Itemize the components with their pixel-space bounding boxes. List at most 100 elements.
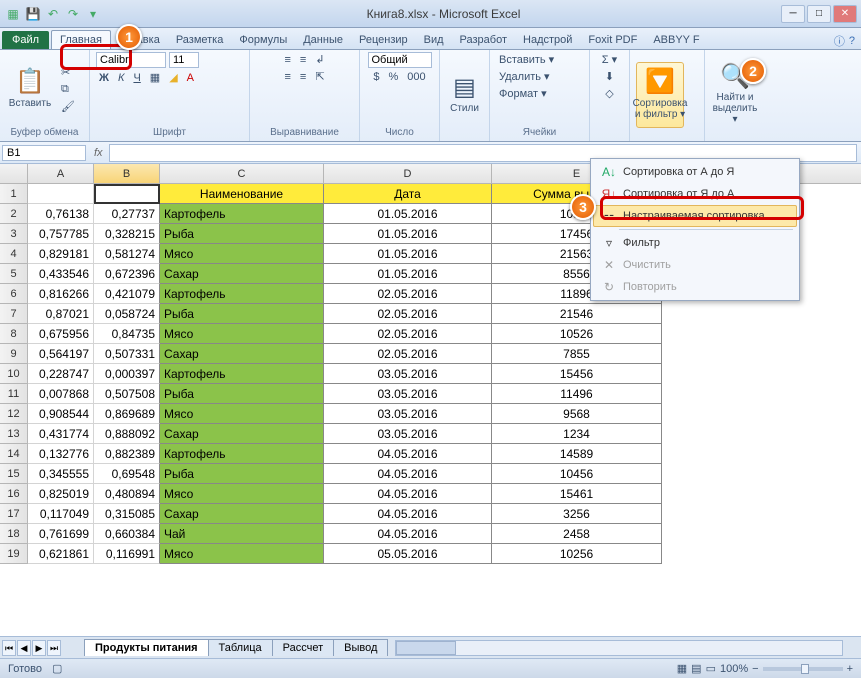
cell[interactable]: 02.05.2016 xyxy=(324,304,492,324)
merge-icon[interactable]: ⇱ xyxy=(312,69,327,84)
qat-more-icon[interactable]: ▾ xyxy=(84,5,102,23)
cell[interactable]: 01.05.2016 xyxy=(324,264,492,284)
tab-layout[interactable]: Разметка xyxy=(168,31,232,49)
cell[interactable]: Рыба xyxy=(160,464,324,484)
cell[interactable]: 0,007868 xyxy=(28,384,94,404)
cell[interactable]: 7855 xyxy=(492,344,662,364)
cell[interactable]: 01.05.2016 xyxy=(324,204,492,224)
italic-button[interactable]: К xyxy=(115,71,127,85)
cell[interactable]: 0,228747 xyxy=(28,364,94,384)
cell[interactable]: 0,507508 xyxy=(94,384,160,404)
cell[interactable]: 01.05.2016 xyxy=(324,224,492,244)
cell[interactable]: 0,132776 xyxy=(28,444,94,464)
cell[interactable]: Мясо xyxy=(160,244,324,264)
cell[interactable]: 0,672396 xyxy=(94,264,160,284)
format-painter-icon[interactable]: 🖌 xyxy=(58,99,78,114)
tab-addins[interactable]: Надстрой xyxy=(515,31,580,49)
styles-button[interactable]: ▤ Стили xyxy=(446,62,483,128)
currency-icon[interactable]: $ xyxy=(370,70,382,84)
fill-button[interactable]: ⬇ xyxy=(602,69,617,84)
menu-filter[interactable]: ▿ Фильтр xyxy=(593,232,797,254)
tab-foxit[interactable]: Foxit PDF xyxy=(580,31,645,49)
number-format-combo[interactable] xyxy=(368,52,432,68)
row-header[interactable]: 18 xyxy=(0,524,28,544)
align-left-icon[interactable]: ≡ xyxy=(281,70,293,84)
sheet-nav-next[interactable]: ▶ xyxy=(32,640,46,656)
cell[interactable]: 0,829181 xyxy=(28,244,94,264)
zoom-slider[interactable] xyxy=(763,667,843,671)
font-name-combo[interactable] xyxy=(96,52,166,68)
cell[interactable]: 0,433546 xyxy=(28,264,94,284)
select-all-corner[interactable] xyxy=(0,164,28,183)
row-header[interactable]: 8 xyxy=(0,324,28,344)
help-icon[interactable]: ? xyxy=(849,35,855,47)
row-header[interactable]: 9 xyxy=(0,344,28,364)
cell[interactable]: Сахар xyxy=(160,344,324,364)
zoom-out-button[interactable]: − xyxy=(752,663,758,675)
cell[interactable]: 0,816266 xyxy=(28,284,94,304)
row-header[interactable]: 2 xyxy=(0,204,28,224)
minimize-ribbon-icon[interactable]: ⓘ xyxy=(834,33,845,49)
cell[interactable]: 0,421079 xyxy=(94,284,160,304)
row-header[interactable]: 4 xyxy=(0,244,28,264)
delete-cells-button[interactable]: Удалить ▾ xyxy=(496,69,553,84)
cut-icon[interactable]: ✂ xyxy=(58,65,78,80)
cell[interactable]: 0,058724 xyxy=(94,304,160,324)
row-header[interactable]: 13 xyxy=(0,424,28,444)
cell[interactable]: 15456 xyxy=(492,364,662,384)
row-header[interactable]: 17 xyxy=(0,504,28,524)
border-button[interactable]: ▦ xyxy=(147,70,163,85)
tab-home[interactable]: Главная xyxy=(51,30,111,49)
cell[interactable]: 04.05.2016 xyxy=(324,464,492,484)
menu-sort-az[interactable]: A↓ Сортировка от А до Я xyxy=(593,161,797,183)
cell[interactable]: 10256 xyxy=(492,544,662,564)
close-button[interactable]: ✕ xyxy=(833,5,857,23)
align-mid-icon[interactable]: ≡ xyxy=(297,53,309,67)
cell[interactable]: Мясо xyxy=(160,324,324,344)
cell[interactable]: 9568 xyxy=(492,404,662,424)
col-header-d[interactable]: D xyxy=(324,164,492,183)
cell[interactable]: 0,621861 xyxy=(28,544,94,564)
row-header[interactable]: 10 xyxy=(0,364,28,384)
align-center-icon[interactable]: ≡ xyxy=(297,70,309,84)
macro-record-icon[interactable]: ▢ xyxy=(52,662,62,675)
cell[interactable]: Рыба xyxy=(160,304,324,324)
col-header-c[interactable]: C xyxy=(160,164,324,183)
sheet-tab-1[interactable]: Таблица xyxy=(208,639,273,656)
cell[interactable]: Сахар xyxy=(160,504,324,524)
cell[interactable]: Мясо xyxy=(160,484,324,504)
cell[interactable]: 10526 xyxy=(492,324,662,344)
cell[interactable]: 0,888092 xyxy=(94,424,160,444)
cell[interactable]: 03.05.2016 xyxy=(324,404,492,424)
cell[interactable]: 0,660384 xyxy=(94,524,160,544)
sheet-tab-3[interactable]: Вывод xyxy=(333,639,388,656)
cell[interactable]: 0,757785 xyxy=(28,224,94,244)
cell[interactable]: 03.05.2016 xyxy=(324,384,492,404)
row-header[interactable]: 16 xyxy=(0,484,28,504)
col-header-a[interactable]: A xyxy=(28,164,94,183)
undo-icon[interactable]: ↶ xyxy=(44,5,62,23)
maximize-button[interactable]: □ xyxy=(807,5,831,23)
clear-button[interactable]: ◇ xyxy=(602,86,616,101)
paste-button[interactable]: 📋 Вставить xyxy=(6,56,54,122)
cell[interactable]: 0,69548 xyxy=(94,464,160,484)
cell[interactable]: 0,581274 xyxy=(94,244,160,264)
cell[interactable]: 03.05.2016 xyxy=(324,424,492,444)
cell[interactable]: 0,116991 xyxy=(94,544,160,564)
row-header[interactable]: 15 xyxy=(0,464,28,484)
cell[interactable]: Мясо xyxy=(160,404,324,424)
cell[interactable]: 04.05.2016 xyxy=(324,484,492,504)
cell[interactable]: 0,675956 xyxy=(28,324,94,344)
cell[interactable]: 0,869689 xyxy=(94,404,160,424)
row-header[interactable]: 7 xyxy=(0,304,28,324)
cell[interactable]: 0,345555 xyxy=(28,464,94,484)
cell[interactable]: 0,87021 xyxy=(28,304,94,324)
format-cells-button[interactable]: Формат ▾ xyxy=(496,86,550,101)
view-break-icon[interactable]: ▭ xyxy=(706,662,716,675)
cell[interactable]: 14589 xyxy=(492,444,662,464)
horizontal-scrollbar[interactable] xyxy=(395,640,843,656)
view-layout-icon[interactable]: ▤ xyxy=(691,662,701,675)
cell[interactable]: 01.05.2016 xyxy=(324,244,492,264)
cell[interactable]: 0,431774 xyxy=(28,424,94,444)
wrap-text-icon[interactable]: ↲ xyxy=(312,52,327,67)
